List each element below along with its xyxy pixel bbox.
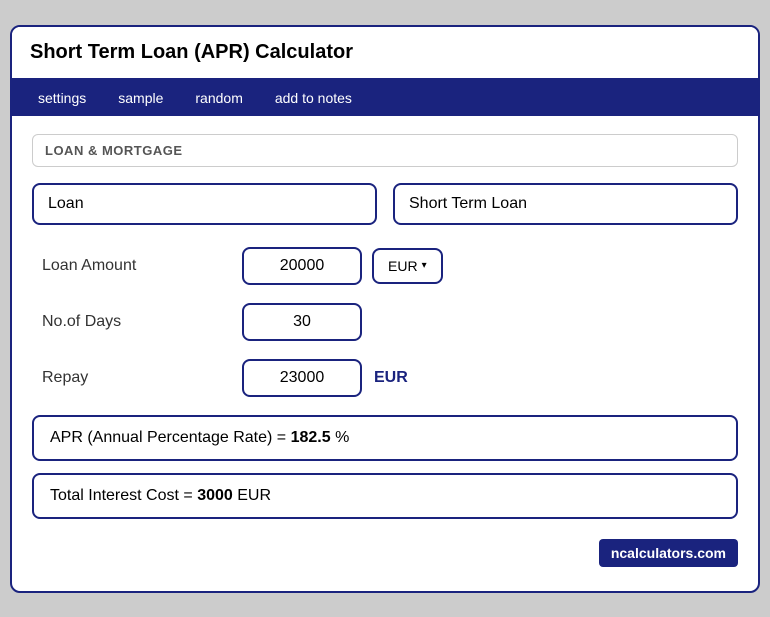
no-of-days-input[interactable] <box>242 303 362 341</box>
calculator-container: Short Term Loan (APR) Calculator setting… <box>10 25 760 593</box>
loan-amount-input[interactable] <box>242 247 362 285</box>
content-area: LOAN & MORTGAGE Loan Amount EUR ▾ No.of … <box>12 116 758 591</box>
tab-bar: settings sample random add to notes <box>12 80 758 116</box>
apr-result-box: APR (Annual Percentage Rate) = 182.5 % <box>32 415 738 461</box>
loan-amount-row: Loan Amount EUR ▾ <box>42 247 728 285</box>
title-bar: Short Term Loan (APR) Calculator <box>12 27 758 80</box>
apr-equals: = <box>277 429 291 446</box>
calc-type-row <box>32 183 738 225</box>
calc-type-input-2[interactable] <box>393 183 738 225</box>
page-title: Short Term Loan (APR) Calculator <box>30 41 740 64</box>
no-of-days-label: No.of Days <box>42 313 242 331</box>
total-interest-result-box: Total Interest Cost = 3000 EUR <box>32 473 738 519</box>
repay-row: Repay EUR <box>42 359 728 397</box>
repay-currency-label: EUR <box>374 369 408 387</box>
total-interest-equals: = <box>183 487 197 504</box>
total-interest-value: 3000 <box>197 487 233 504</box>
tab-random[interactable]: random <box>179 80 258 116</box>
loan-amount-label: Loan Amount <box>42 257 242 275</box>
brand-badge: ncalculators.com <box>599 539 738 567</box>
apr-result-label: APR (Annual Percentage Rate) <box>50 429 272 446</box>
repay-label: Repay <box>42 369 242 387</box>
chevron-down-icon: ▾ <box>422 260 427 271</box>
apr-result-value: 182.5 <box>291 429 331 446</box>
no-of-days-row: No.of Days <box>42 303 728 341</box>
section-header: LOAN & MORTGAGE <box>32 134 738 167</box>
currency-dropdown-button[interactable]: EUR ▾ <box>372 248 443 284</box>
fields-area: Loan Amount EUR ▾ No.of Days Repay EUR <box>32 247 738 397</box>
total-interest-label: Total Interest Cost <box>50 487 179 504</box>
apr-unit: % <box>335 429 349 446</box>
repay-input[interactable] <box>242 359 362 397</box>
tab-settings[interactable]: settings <box>22 80 102 116</box>
total-interest-unit: EUR <box>237 487 271 504</box>
tab-sample[interactable]: sample <box>102 80 179 116</box>
calc-type-input-1[interactable] <box>32 183 377 225</box>
currency-label: EUR <box>388 258 418 274</box>
tab-add-to-notes[interactable]: add to notes <box>259 80 368 116</box>
brand-footer: ncalculators.com <box>32 531 738 571</box>
